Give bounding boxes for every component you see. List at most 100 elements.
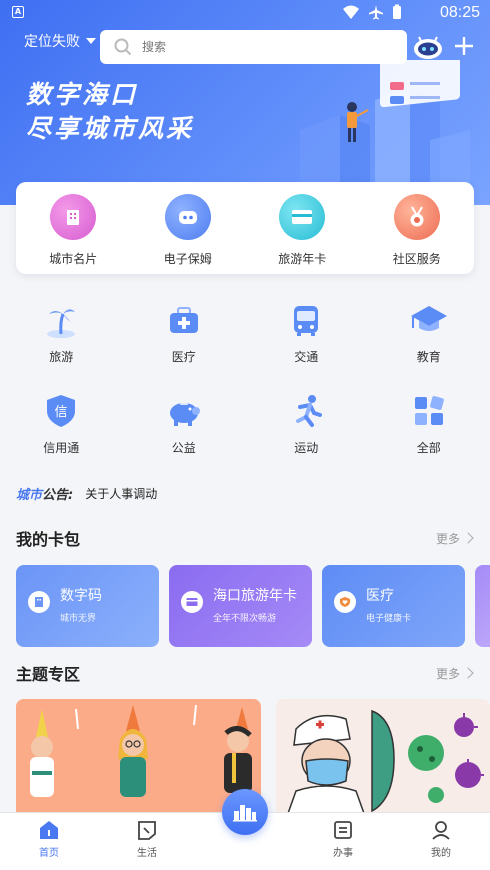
quick-item-e-nanny[interactable]: 电子保姆 [138,194,238,274]
piggy-bank-icon [169,403,200,426]
grid-item-travel[interactable]: 旅游 [0,300,123,379]
sim-icon: A [12,6,24,18]
grid-item-all[interactable]: 全部 [368,391,490,470]
more-label: 更多 [435,531,460,546]
search-icon [114,38,132,56]
card-title: 海口旅游年卡 [213,588,297,604]
header-banner: 定位失败 数字海口 尽享城市风采 [0,0,490,205]
quick-item-label: 旅游年卡 [278,252,327,266]
battery-icon [393,4,401,19]
robot-icon [164,194,211,240]
card-subtitle: 城市无界 [60,614,97,624]
grid-item-label: 医疗 [171,350,196,364]
tab-tasks[interactable]: 办事 [294,813,392,870]
tab-label: 办事 [333,848,353,859]
more-label: 更多 [435,666,460,681]
card-travel-annual[interactable]: 海口旅游年卡 全年不限次畅游 [169,565,312,647]
graduation-cap-icon [410,306,447,331]
quick-item-label: 城市名片 [49,252,98,266]
banner-line-1: 数字海口 [26,80,139,109]
location-selector[interactable]: 定位失败 [24,31,96,51]
themes-title: 主题专区 [16,665,81,684]
notice-text: 关于人事调动 [85,486,158,501]
notice-tag-a: 城市 [16,487,43,503]
quick-item-city-card[interactable]: 城市名片 [23,194,123,274]
status-time: 08:25 [439,4,480,21]
quick-item-community[interactable]: 社区服务 [367,194,467,274]
themes-section-header: 主题专区 更多 [0,658,490,688]
grid-item-label: 教育 [416,350,441,364]
themes-more-link[interactable]: 更多 [435,665,474,682]
grid-item-label: 运动 [294,441,319,455]
quick-item-label: 电子保姆 [163,252,212,266]
card-subtitle: 电子健康卡 [366,614,412,624]
card-medical[interactable]: 医疗 电子健康卡 [322,565,465,647]
home-icon [40,821,58,839]
tab-label: 我的 [431,848,451,859]
tab-label: 首页 [39,848,59,859]
tab-life[interactable]: 生活 [98,813,196,870]
tab-profile[interactable]: 我的 [392,813,490,870]
tab-home[interactable]: 首页 [0,813,98,870]
grid-item-label: 旅游 [49,350,74,364]
notice-tag-b: 公告: [42,487,74,503]
heart-shield-icon [334,591,356,613]
virus-doctor-illustration [276,699,490,819]
card-icon [279,194,326,240]
card-title: 医疗 [366,588,394,604]
svg-text:信: 信 [55,405,68,420]
wallet-section-header: 我的卡包 更多 [0,523,490,553]
credit-shield-icon: 信 [47,395,76,427]
status-bar: A 08:25 [0,0,490,28]
grid-item-sports[interactable]: 运动 [245,391,368,470]
airplane-icon [369,5,383,20]
robot-assistant-icon[interactable] [412,34,444,60]
grid-item-education[interactable]: 教育 [368,300,490,379]
grid-item-charity[interactable]: 公益 [123,391,246,470]
wallet-cards: 数字码 城市无界 海口旅游年卡 全年不限次畅游 医疗 电子健康卡 [16,565,490,647]
card-digital-code[interactable]: 数字码 城市无界 [16,565,159,647]
card-partial[interactable] [475,565,490,647]
quick-item-label: 社区服务 [392,252,441,266]
wallet-title: 我的卡包 [16,530,81,549]
bus-icon [294,306,319,336]
city-buildings-icon [233,805,257,822]
runner-icon [296,395,323,427]
medal-icon [393,194,440,240]
wallet-more-link[interactable]: 更多 [435,530,474,547]
plus-icon[interactable] [452,34,476,58]
building-icon [28,591,50,613]
notice-tag: 城市公告: [16,484,73,503]
card-title: 数字码 [60,588,102,604]
profile-icon [432,821,450,840]
card-subtitle: 全年不限次畅游 [213,614,277,624]
search-box[interactable] [100,30,407,64]
city-notice[interactable]: 城市公告: 关于人事调动 [0,478,490,508]
building-icon [50,194,97,240]
grid-item-label: 交通 [294,350,319,364]
grid-item-label: 公益 [171,441,196,455]
grid-item-credit[interactable]: 信 信用通 [0,391,123,470]
palm-tree-icon [47,309,76,338]
grid-item-label: 信用通 [43,441,80,455]
grid-item-label: 全部 [416,441,441,455]
service-grid: 旅游 医疗 交通 教育 信 信用通 公益 运动 全部 [0,300,490,470]
wifi-icon [343,5,359,19]
chevron-right-icon [462,667,474,679]
quick-item-travel-card[interactable]: 旅游年卡 [252,194,352,274]
quick-services: 城市名片 电子保姆 旅游年卡 社区服务 [16,182,474,274]
medical-kit-icon [169,307,198,333]
city-center-button[interactable] [222,789,268,835]
banner-line-2: 尽享城市风采 [26,114,195,143]
all-apps-icon [414,396,444,425]
banner-title: 数字海口 尽享城市风采 [26,78,194,146]
tab-label: 生活 [137,848,157,859]
search-input[interactable] [142,40,372,54]
grid-item-transport[interactable]: 交通 [245,300,368,379]
grid-item-medical[interactable]: 医疗 [123,300,246,379]
theme-health-image[interactable] [276,699,490,819]
location-label: 定位失败 [24,34,80,50]
life-icon [138,821,156,840]
card-icon [181,591,203,613]
tasks-icon [334,821,352,839]
